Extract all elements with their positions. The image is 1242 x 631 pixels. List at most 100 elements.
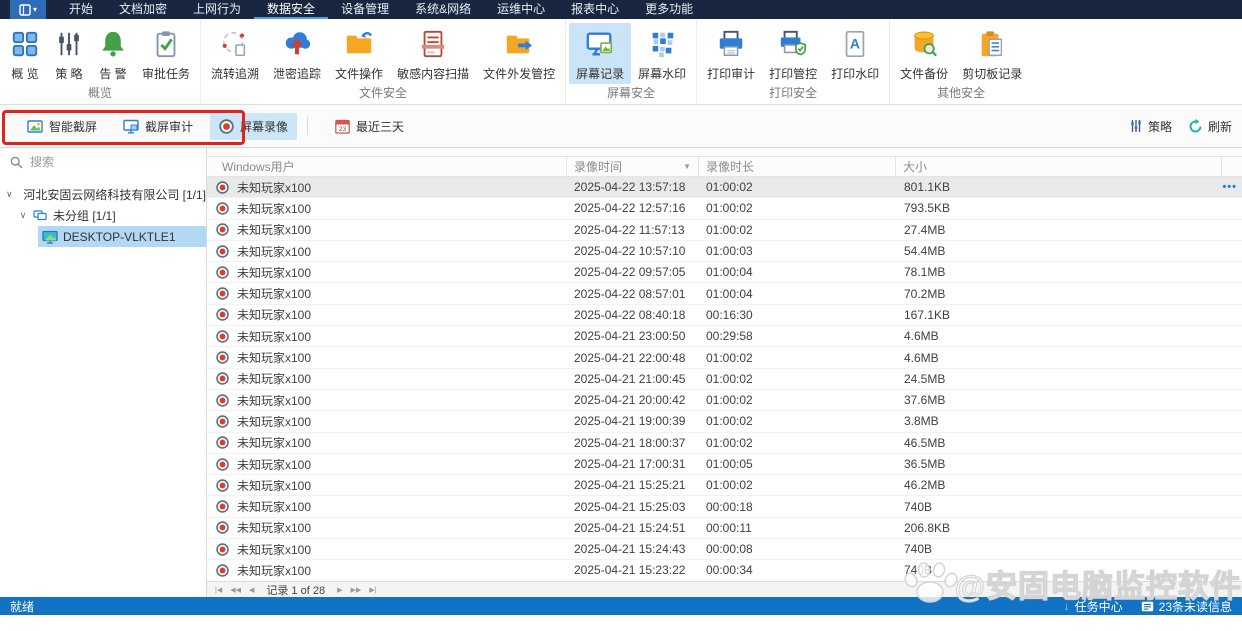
recording-row[interactable]: 未知玩家x100 2025-04-21 23:00:50 00:29:58 4.… bbox=[207, 326, 1242, 347]
recording-row[interactable]: 未知玩家x100 2025-04-22 12:57:16 01:00:02 79… bbox=[207, 198, 1242, 219]
recording-row[interactable]: 未知玩家x100 2025-04-21 15:24:51 00:00:11 20… bbox=[207, 518, 1242, 539]
recording-row[interactable]: 未知玩家x100 2025-04-21 17:00:31 01:00:05 36… bbox=[207, 454, 1242, 475]
cell-size: 740B bbox=[896, 563, 1222, 577]
column-header-windows-user[interactable]: Windows用户 bbox=[207, 157, 567, 176]
ribbon-item-sensitive-scan[interactable]: 敏感内容扫描 bbox=[390, 23, 476, 84]
recent-three-days-filter[interactable]: 23 最近三天 bbox=[326, 113, 413, 140]
ribbon-item-flow-trace[interactable]: 流转追溯 bbox=[204, 23, 266, 84]
menu-item-ops-center[interactable]: 运维中心 bbox=[484, 0, 558, 19]
overview-grid-icon bbox=[10, 28, 40, 60]
device-tree: ∨ 河北安固云网络科技有限公司 [1/1] ∨ 未分组 [1/1] DESKTO… bbox=[0, 176, 206, 247]
ribbon-item-file-outgoing-control[interactable]: 文件外发管控 bbox=[476, 23, 562, 84]
recording-row[interactable]: 未知玩家x100 2025-04-22 10:57:10 01:00:03 54… bbox=[207, 241, 1242, 262]
policy-button[interactable]: 策略 bbox=[1129, 118, 1172, 135]
menubar: 开始 文档加密 上网行为 数据安全 设备管理 系统&网络 运维中心 报表中心 更… bbox=[56, 0, 706, 19]
cell-duration: 00:00:34 bbox=[699, 563, 896, 577]
recording-row[interactable]: 未知玩家x100 2025-04-21 22:00:48 01:00:02 4.… bbox=[207, 347, 1242, 368]
cell-record-time: 2025-04-22 08:40:18 bbox=[567, 308, 699, 322]
search-input[interactable] bbox=[30, 155, 196, 169]
ribbon-item-screen-record[interactable]: 屏幕记录 bbox=[569, 23, 631, 84]
cell-duration: 01:00:04 bbox=[699, 265, 896, 279]
recording-row[interactable]: 未知玩家x100 2025-04-22 08:57:01 01:00:04 70… bbox=[207, 283, 1242, 304]
ribbon-item-file-ops[interactable]: 文件操作 bbox=[328, 23, 390, 84]
ribbon-item-alerts[interactable]: 告 警 bbox=[91, 23, 135, 84]
sort-desc-icon[interactable]: ▼ bbox=[683, 162, 691, 171]
column-header-record-time[interactable]: 录像时间▼ bbox=[567, 157, 699, 176]
fast-prev-button[interactable]: ◀◀ bbox=[226, 586, 245, 594]
tree-node-company[interactable]: ∨ 河北安固云网络科技有限公司 [1/1] bbox=[0, 184, 206, 205]
tab-screenshot-audit[interactable]: 截屏审计 bbox=[114, 113, 202, 140]
cell-duration: 01:00:02 bbox=[699, 414, 896, 428]
menu-item-system-network[interactable]: 系统&网络 bbox=[402, 0, 484, 19]
row-menu-icon[interactable]: ••• bbox=[1222, 181, 1242, 193]
printer-icon bbox=[716, 28, 746, 60]
cell-windows-user: 未知玩家x100 bbox=[237, 264, 567, 281]
recording-row[interactable]: 未知玩家x100 2025-04-21 21:00:45 01:00:02 24… bbox=[207, 369, 1242, 390]
recording-row[interactable]: 未知玩家x100 2025-04-22 13:57:18 01:00:02 80… bbox=[207, 177, 1242, 198]
column-header-size[interactable]: 大小 bbox=[896, 157, 1222, 176]
ribbon-item-file-backup[interactable]: 文件备份 bbox=[893, 23, 955, 84]
ribbon-item-overview[interactable]: 概 览 bbox=[3, 23, 47, 84]
ribbon-item-clipboard-record[interactable]: 剪切板记录 bbox=[955, 23, 1029, 84]
recording-row[interactable]: 未知玩家x100 2025-04-21 15:25:03 00:00:18 74… bbox=[207, 496, 1242, 517]
computers-icon bbox=[18, 188, 19, 201]
task-center-button[interactable]: ↓ 任务中心 bbox=[1064, 598, 1123, 615]
column-header-duration[interactable]: 录像时长 bbox=[699, 157, 896, 176]
search-box[interactable] bbox=[0, 148, 206, 176]
menu-item-report-center[interactable]: 报表中心 bbox=[558, 0, 632, 19]
ribbon-item-approval-tasks[interactable]: 审批任务 bbox=[135, 23, 197, 84]
top-menu-bar: ▾ 开始 文档加密 上网行为 数据安全 设备管理 系统&网络 运维中心 报表中心… bbox=[0, 0, 1242, 19]
recording-row[interactable]: 未知玩家x100 2025-04-21 19:00:39 01:00:02 3.… bbox=[207, 411, 1242, 432]
prev-page-button[interactable]: ◀ bbox=[245, 586, 258, 594]
fast-next-button[interactable]: ▶▶ bbox=[346, 586, 365, 594]
menu-item-more[interactable]: 更多功能 bbox=[632, 0, 706, 19]
cell-duration: 01:00:02 bbox=[699, 478, 896, 492]
menu-item-start[interactable]: 开始 bbox=[56, 0, 106, 19]
group-icon bbox=[33, 210, 48, 222]
menu-item-data-security[interactable]: 数据安全 bbox=[254, 0, 328, 19]
ribbon-item-print-watermark[interactable]: A 打印水印 bbox=[824, 23, 886, 84]
tree-node-computer-selected[interactable]: DESKTOP-VLKTLE1 bbox=[38, 226, 206, 247]
recordings-panel: Windows用户 录像时间▼ 录像时长 大小 未知玩家x100 2025-04… bbox=[207, 148, 1242, 597]
ribbon-item-policy[interactable]: 策 略 bbox=[47, 23, 91, 84]
ribbon-item-leak-track[interactable]: 泄密追踪 bbox=[266, 23, 328, 84]
database-search-icon bbox=[909, 28, 939, 60]
cell-duration: 01:00:04 bbox=[699, 287, 896, 301]
cell-windows-user: 未知玩家x100 bbox=[237, 434, 567, 451]
ribbon-item-screen-watermark[interactable]: 屏幕水印 bbox=[631, 23, 693, 84]
chevron-down-icon[interactable]: ∨ bbox=[18, 210, 28, 221]
menu-item-doc-encrypt[interactable]: 文档加密 bbox=[106, 0, 180, 19]
menu-item-device-mgmt[interactable]: 设备管理 bbox=[328, 0, 402, 19]
ribbon-item-print-audit[interactable]: 打印审计 bbox=[700, 23, 762, 84]
menu-item-web-behavior[interactable]: 上网行为 bbox=[180, 0, 254, 19]
recording-row[interactable]: 未知玩家x100 2025-04-21 15:23:22 00:00:34 74… bbox=[207, 560, 1242, 581]
record-dot-icon bbox=[207, 394, 237, 407]
svg-text:23: 23 bbox=[339, 126, 347, 133]
recording-row[interactable]: 未知玩家x100 2025-04-22 08:40:18 00:16:30 16… bbox=[207, 305, 1242, 326]
ribbon-group-caption: 概览 bbox=[3, 84, 197, 104]
recording-row[interactable]: 未知玩家x100 2025-04-21 15:24:43 00:00:08 74… bbox=[207, 539, 1242, 560]
dropdown-caret-icon: ▾ bbox=[33, 6, 37, 14]
recording-row[interactable]: 未知玩家x100 2025-04-22 09:57:05 01:00:04 78… bbox=[207, 262, 1242, 283]
next-page-button[interactable]: ▶ bbox=[333, 586, 346, 594]
tab-smart-screenshot[interactable]: 智能截屏 bbox=[18, 113, 106, 140]
last-page-button[interactable]: ▶| bbox=[365, 586, 380, 594]
tab-screen-recording[interactable]: 屏幕录像 bbox=[210, 113, 297, 140]
ribbon-item-print-control[interactable]: 打印管控 bbox=[762, 23, 824, 84]
refresh-button[interactable]: 刷新 bbox=[1188, 118, 1232, 135]
recording-row[interactable]: 未知玩家x100 2025-04-21 18:00:37 01:00:02 46… bbox=[207, 433, 1242, 454]
recording-row[interactable]: 未知玩家x100 2025-04-22 11:57:13 01:00:02 27… bbox=[207, 220, 1242, 241]
cell-windows-user: 未知玩家x100 bbox=[237, 243, 567, 260]
cell-record-time: 2025-04-21 15:24:43 bbox=[567, 542, 699, 556]
unread-messages-button[interactable]: 23条未读信息 bbox=[1141, 598, 1232, 615]
cell-size: 793.5KB bbox=[896, 201, 1222, 215]
cell-duration: 01:00:02 bbox=[699, 201, 896, 215]
cell-record-time: 2025-04-21 15:25:21 bbox=[567, 478, 699, 492]
recording-row[interactable]: 未知玩家x100 2025-04-21 15:25:21 01:00:02 46… bbox=[207, 475, 1242, 496]
recording-row[interactable]: 未知玩家x100 2025-04-21 20:00:42 01:00:02 37… bbox=[207, 390, 1242, 411]
cell-duration: 00:29:58 bbox=[699, 329, 896, 343]
tree-node-ungrouped[interactable]: ∨ 未分组 [1/1] bbox=[0, 205, 206, 226]
app-menu-button[interactable]: ▾ bbox=[10, 0, 46, 19]
first-page-button[interactable]: |◀ bbox=[211, 586, 226, 594]
chevron-down-icon[interactable]: ∨ bbox=[6, 189, 13, 200]
